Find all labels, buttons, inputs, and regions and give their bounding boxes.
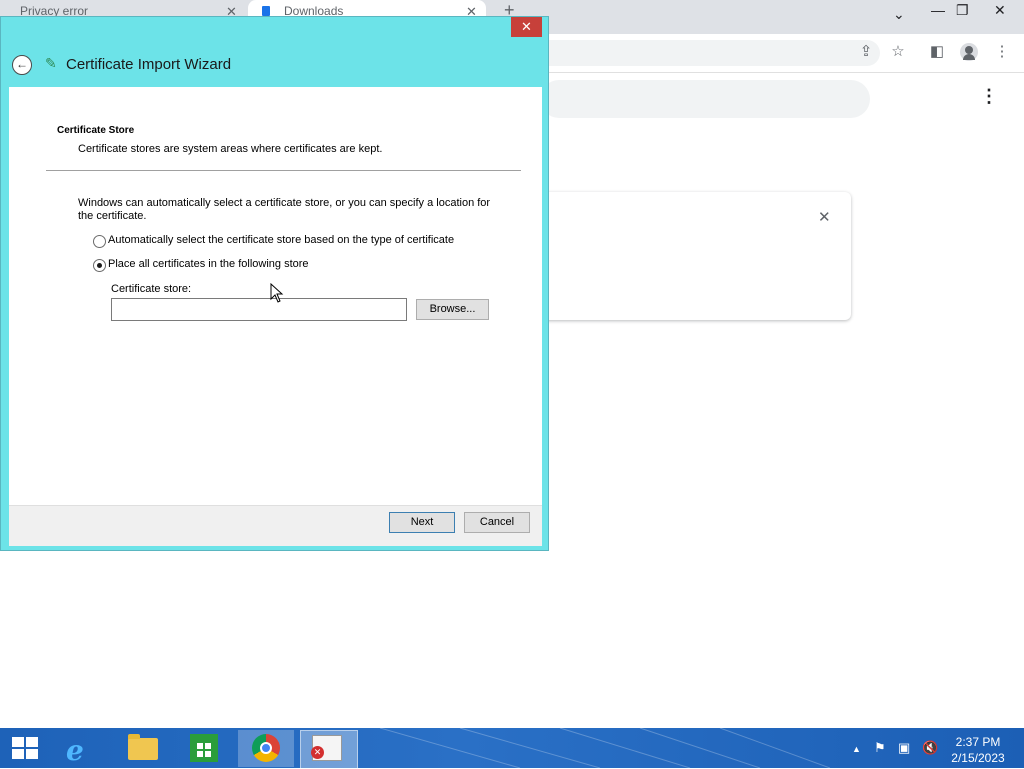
page-subheading: Certificate stores are system areas wher…	[78, 143, 383, 155]
show-hidden-icons-icon[interactable]: ▲	[852, 744, 861, 754]
share-icon[interactable]: ⇪	[857, 42, 875, 62]
store-description: Windows can automatically select a certi…	[78, 197, 491, 222]
radio-button-selected[interactable]	[93, 259, 106, 272]
next-button[interactable]: Next	[389, 512, 455, 533]
file-explorer-icon[interactable]	[128, 734, 158, 760]
dialog-footer	[9, 505, 542, 546]
certificate-store-label: Certificate store:	[111, 283, 192, 295]
radio-place-in-store[interactable]: Place all certificates in the following …	[93, 258, 323, 274]
back-arrow-icon[interactable]: ←	[12, 55, 32, 75]
clock-date: 2/15/2023	[951, 751, 1005, 765]
bookmark-star-icon[interactable]: ☆	[889, 42, 907, 62]
divider	[46, 170, 521, 171]
dialog-close-button[interactable]: ✕	[511, 17, 542, 37]
download-icon	[262, 6, 270, 16]
certificate-error-icon	[311, 735, 342, 761]
action-center-flag-icon[interactable]: ⚑	[874, 740, 886, 756]
close-window-button[interactable]: ✕	[994, 2, 1006, 19]
radio-auto-select-store[interactable]: Automatically select the certificate sto…	[93, 234, 473, 250]
network-icon[interactable]: ▣	[898, 740, 910, 756]
page-heading: Certificate Store	[57, 125, 135, 136]
clock-time: 2:37 PM	[955, 735, 1001, 749]
radio-label: Place all certificates in the following …	[108, 258, 309, 270]
downloads-menu-icon[interactable]: ⋮	[980, 86, 998, 107]
system-clock[interactable]: 2:37 PM 2/15/2023	[950, 734, 1006, 766]
radio-button[interactable]	[93, 235, 106, 248]
mouse-cursor-icon	[270, 283, 284, 303]
windows-start-icon[interactable]	[12, 737, 38, 759]
tab-search-icon[interactable]: ⌄	[893, 6, 905, 23]
cancel-button[interactable]: Cancel	[464, 512, 530, 533]
volume-muted-icon[interactable]: 🔇	[922, 740, 938, 756]
radio-label: Automatically select the certificate sto…	[108, 234, 455, 246]
downloads-search-bar[interactable]	[540, 80, 870, 118]
certificate-wizard-icon: ✎	[45, 55, 57, 71]
chrome-menu-icon[interactable]: ⋮	[993, 42, 1011, 62]
browse-button[interactable]: Browse...	[416, 299, 489, 320]
profile-avatar-icon[interactable]	[960, 43, 978, 61]
internet-explorer-icon[interactable]: e	[66, 734, 84, 767]
certificate-store-field[interactable]	[111, 298, 407, 321]
download-item-card	[540, 192, 851, 320]
side-panel-icon[interactable]: ◧	[928, 42, 946, 62]
chrome-icon	[252, 734, 280, 762]
minimize-button[interactable]: —	[931, 2, 945, 18]
restore-button[interactable]: ❐	[956, 2, 969, 19]
remove-download-icon[interactable]: ✕	[818, 208, 831, 226]
windows-store-icon[interactable]	[190, 734, 218, 762]
dialog-title: Certificate Import Wizard	[66, 56, 232, 73]
